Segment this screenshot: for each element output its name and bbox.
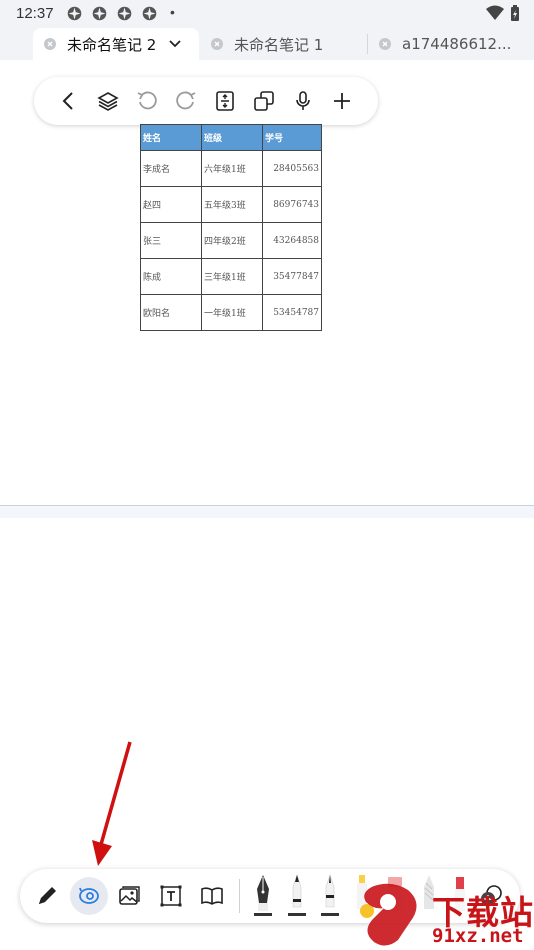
- lasso-tool-button[interactable]: [70, 869, 108, 923]
- text-box-icon: [160, 885, 182, 907]
- voice-button[interactable]: [283, 77, 322, 125]
- cell-name: 李成名: [140, 150, 202, 187]
- tab-note-2[interactable]: 未命名笔记 2: [33, 28, 199, 60]
- book-icon: [201, 887, 223, 905]
- pen-tool-button[interactable]: [28, 869, 66, 923]
- tab-close-icon[interactable]: [43, 37, 57, 51]
- table-header-row: 姓名 班级 学号: [140, 124, 322, 151]
- insert-image-button[interactable]: [110, 869, 148, 923]
- watermark-url: 91xz.net: [432, 925, 524, 947]
- tab-label: 未命名笔记 1: [234, 35, 324, 54]
- column-header: 班级: [201, 124, 263, 151]
- cell-name: 赵四: [140, 186, 202, 223]
- table-row: 张三 四年级2班 43264858: [140, 222, 322, 259]
- tab-note-1[interactable]: 未命名笔记 1: [200, 28, 366, 60]
- table-row: 陈成 三年级1班 35477847: [140, 258, 322, 295]
- app-notification-icon: [142, 6, 157, 21]
- table-row: 赵四 五年级3班 86976743: [140, 186, 322, 223]
- cell-name: 张三: [140, 222, 202, 259]
- cell-name: 欧阳名: [140, 294, 202, 331]
- wifi-icon: [486, 5, 504, 20]
- notification-icons: [66, 5, 158, 22]
- more-notifications-dot: •: [170, 4, 175, 20]
- column-header: 姓名: [140, 124, 202, 151]
- tab-close-icon[interactable]: [210, 37, 224, 51]
- microphone-icon: [295, 91, 310, 110]
- undo-button[interactable]: [127, 77, 166, 125]
- toolbar-divider: [239, 879, 240, 913]
- redo-icon: [175, 91, 195, 110]
- copy-button[interactable]: [244, 77, 283, 125]
- cell-id: 86976743: [262, 186, 322, 223]
- app-notification-icon: [92, 6, 107, 21]
- status-bar: 12:37 •: [0, 0, 534, 28]
- layers-button[interactable]: [88, 77, 127, 125]
- system-icons: [486, 5, 520, 22]
- column-header: 学号: [262, 124, 322, 151]
- tab-close-icon[interactable]: [378, 37, 392, 51]
- cell-id: 43264858: [262, 222, 322, 259]
- app-notification-icon: [117, 6, 132, 21]
- page-size-icon: [215, 91, 234, 111]
- tab-label: 未命名笔记 2: [67, 35, 157, 54]
- copy-icon: [253, 91, 274, 111]
- tab-document[interactable]: a174486612...: [368, 28, 534, 60]
- status-time: 12:37: [16, 5, 54, 22]
- back-button[interactable]: [49, 77, 88, 125]
- battery-icon: [511, 5, 519, 21]
- page-size-button[interactable]: [205, 77, 244, 125]
- app-notification-icon: [67, 6, 82, 21]
- add-icon: [333, 93, 350, 109]
- ballpoint-pen-icon[interactable]: [285, 873, 309, 919]
- redo-button[interactable]: [166, 77, 205, 125]
- layers-icon: [96, 92, 119, 111]
- cell-name: 陈成: [140, 258, 202, 295]
- lasso-icon: [79, 887, 99, 904]
- cell-class: 四年级2班: [201, 222, 263, 259]
- inserted-table-image[interactable]: 姓名 班级 学号 李成名 六年级1班 28405563 赵四 五年级3班 869…: [140, 124, 322, 335]
- cell-id: 35477847: [262, 258, 322, 295]
- cell-class: 六年级1班: [201, 150, 263, 187]
- page-gap: [0, 506, 534, 518]
- add-button[interactable]: [322, 77, 361, 125]
- cell-class: 三年级1班: [201, 258, 263, 295]
- pen-icon: [39, 887, 56, 904]
- undo-icon: [137, 91, 157, 110]
- table-row: 欧阳名 一年级1班 53454787: [140, 294, 322, 331]
- fineliner-pen-icon[interactable]: [318, 873, 342, 919]
- student-table: 姓名 班级 学号 李成名 六年级1班 28405563 赵四 五年级3班 869…: [140, 124, 322, 331]
- chevron-down-icon[interactable]: [168, 39, 182, 49]
- tab-label: a174486612...: [402, 35, 512, 53]
- table-row: 李成名 六年级1班 28405563: [140, 150, 322, 187]
- fountain-pen-icon[interactable]: [251, 873, 275, 919]
- notebook-button[interactable]: [193, 869, 231, 923]
- note-toolbar: [34, 77, 378, 125]
- cell-id: 53454787: [262, 294, 322, 331]
- cell-class: 一年级1班: [201, 294, 263, 331]
- tab-bar: 未命名笔记 2 未命名笔记 1 a174486612...: [0, 28, 534, 60]
- text-box-button[interactable]: [152, 869, 190, 923]
- cell-id: 28405563: [262, 150, 322, 187]
- image-icon: [119, 886, 140, 905]
- back-icon: [62, 92, 73, 110]
- cell-class: 五年级3班: [201, 186, 263, 223]
